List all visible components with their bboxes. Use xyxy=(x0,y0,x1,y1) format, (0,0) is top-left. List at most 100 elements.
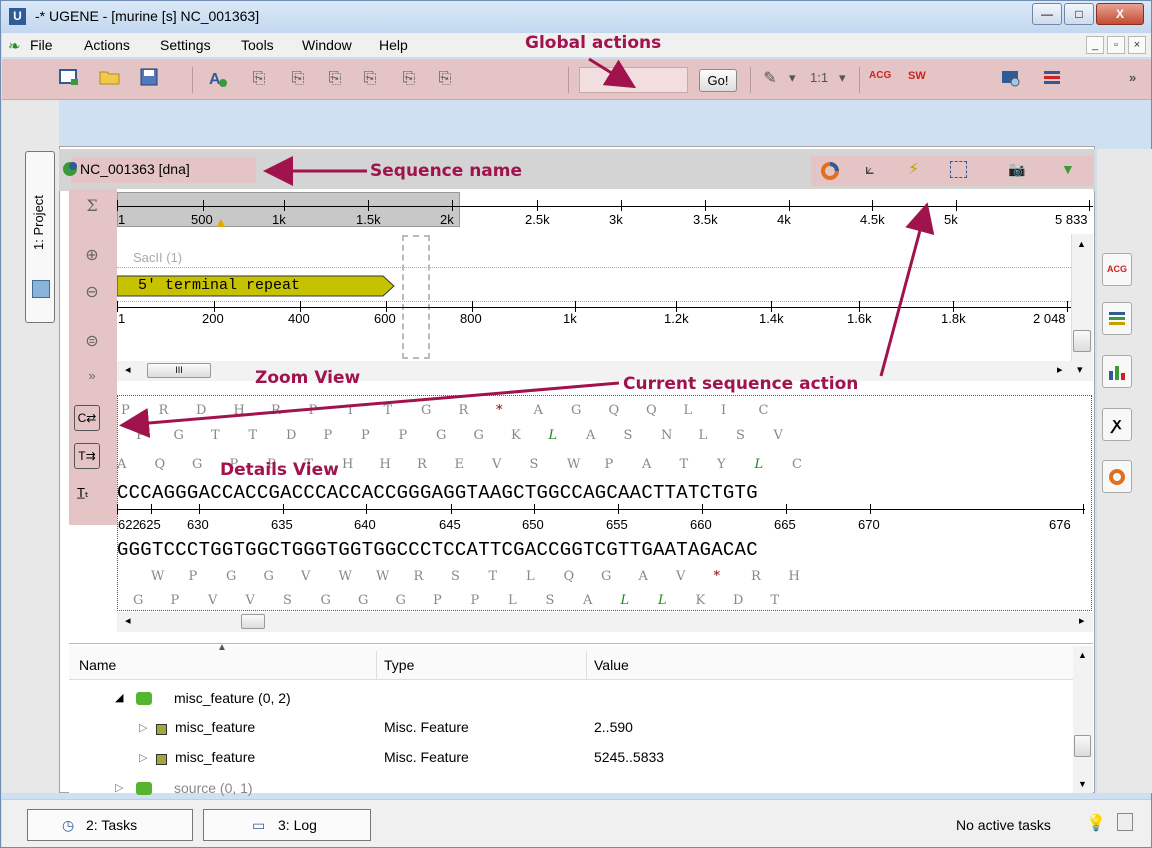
expand-arrow-icon[interactable]: ▷ xyxy=(115,781,123,794)
scroll-thumb[interactable] xyxy=(1074,735,1091,757)
menu-window[interactable]: Window xyxy=(302,37,352,53)
details-ruler-line xyxy=(117,509,1085,510)
translation-icon[interactable]: T⇉ xyxy=(74,443,100,469)
show-all-icon[interactable]: Σ xyxy=(81,195,103,217)
menu-actions[interactable]: Actions xyxy=(84,37,130,53)
column-header-name[interactable]: Name xyxy=(79,657,116,673)
translation-settings-icon[interactable]: T̲ₜ xyxy=(77,485,89,501)
zoom-to-selection-icon[interactable]: ⊜ xyxy=(81,331,103,353)
scroll-up-icon[interactable]: ▲ xyxy=(1077,239,1086,249)
dna-panel-button[interactable]: ꭗ xyxy=(1102,408,1132,441)
layout-icon[interactable] xyxy=(1042,68,1064,90)
annotation-name: misc_feature xyxy=(175,749,256,765)
scroll-left-icon[interactable]: ◂ xyxy=(125,614,131,627)
tab-project[interactable]: 1: Project xyxy=(25,151,55,323)
go-button[interactable]: Go! xyxy=(699,69,737,92)
export-icon-2[interactable]: ⎘ xyxy=(287,68,309,90)
mdi-minimize-button[interactable]: _ xyxy=(1086,36,1104,54)
menu-file[interactable]: File xyxy=(30,37,53,53)
scroll-right-icon[interactable]: ▸ xyxy=(1057,363,1063,376)
zoom-ratio-dropdown[interactable]: 1:1 xyxy=(810,70,828,85)
minimize-button[interactable]: — xyxy=(1032,3,1062,25)
export-image-icon[interactable]: 📷 xyxy=(1008,161,1025,178)
maximize-button[interactable]: □ xyxy=(1064,3,1094,25)
blast-search-icon[interactable] xyxy=(1000,68,1022,90)
menu-settings[interactable]: Settings xyxy=(160,37,211,53)
ruler-label: 645 xyxy=(439,517,461,532)
dropdown-arrow-icon[interactable]: ▾ xyxy=(789,70,796,86)
scroll-down-icon[interactable]: ▼ xyxy=(1078,779,1087,789)
smith-waterman-button[interactable]: SW xyxy=(908,70,926,82)
ruler-tick xyxy=(199,504,200,514)
zoom-out-icon[interactable]: ⊖ xyxy=(81,282,103,304)
mdi-restore-button[interactable]: ▫ xyxy=(1107,36,1125,54)
tab-tasks[interactable]: ◷ 2: Tasks xyxy=(27,809,193,841)
amino-acid: P xyxy=(470,593,480,608)
new-project-icon[interactable] xyxy=(58,68,80,90)
dropdown-arrow-icon[interactable]: ▾ xyxy=(839,70,846,86)
add-annotation-icon[interactable]: A xyxy=(207,68,229,90)
select-range-icon[interactable] xyxy=(950,161,967,178)
export-icon-3[interactable]: ⎘ xyxy=(324,68,346,90)
clip-icon[interactable]: ✎ xyxy=(759,68,781,90)
statistics-panel-button[interactable] xyxy=(1102,355,1132,388)
amino-acid: V xyxy=(676,569,686,584)
column-header-value[interactable]: Value xyxy=(594,657,629,673)
annotation-group-name: misc_feature (0, 2) xyxy=(174,690,291,706)
expand-menu-icon[interactable]: ▼ xyxy=(1061,161,1075,177)
collapse-arrow-icon[interactable]: ◢ xyxy=(115,691,123,704)
zoom-in-icon[interactable]: ⊕ xyxy=(81,245,103,267)
lightbulb-icon[interactable]: 💡 xyxy=(1086,813,1106,833)
amino-acid: V xyxy=(208,593,218,608)
toolbar-overflow-button[interactable]: » xyxy=(1129,70,1136,85)
scroll-dropdown-icon[interactable]: ▾ xyxy=(1077,363,1083,376)
sequence-name[interactable]: NC_001363 [dna] xyxy=(80,161,190,177)
ruler-label: 625 xyxy=(139,517,161,532)
amino-acid: S xyxy=(283,593,292,608)
menu-tools[interactable]: Tools xyxy=(241,37,274,53)
zoom-view[interactable] xyxy=(117,234,1071,361)
complement-strand-icon[interactable]: C⇄ xyxy=(74,405,100,431)
menu-help[interactable]: Help xyxy=(379,37,408,53)
open-folder-icon[interactable] xyxy=(99,68,121,90)
annotations-panel-button[interactable] xyxy=(1102,302,1132,335)
save-icon[interactable] xyxy=(138,68,160,90)
collapse-icon[interactable]: » xyxy=(81,365,103,387)
dna-forward-strand[interactable]: CCCAGGGACCACCGACCCACCACCGGGAGGTAAGCTGGCC… xyxy=(117,482,758,504)
restriction-site-label[interactable]: SacII (1) xyxy=(133,250,182,265)
ruler-tick xyxy=(956,200,957,211)
search-input[interactable] xyxy=(579,67,688,93)
scroll-thumb[interactable]: III xyxy=(147,363,211,378)
mdi-close-button[interactable]: × xyxy=(1128,36,1146,54)
expand-arrow-icon[interactable]: ▷ xyxy=(139,721,147,734)
export-icon-1[interactable]: ⎘ xyxy=(248,68,270,90)
scroll-thumb[interactable] xyxy=(1073,330,1091,352)
amino-acid: L xyxy=(754,457,764,472)
table-vertical-scrollbar[interactable]: ▲ ▼ xyxy=(1073,646,1093,793)
ruler-label: 630 xyxy=(187,517,209,532)
find-pattern-button[interactable]: ACG xyxy=(869,70,891,81)
expand-arrow-icon[interactable]: ▷ xyxy=(139,751,147,764)
zoom-vertical-scrollbar[interactable]: ▲ xyxy=(1071,234,1093,361)
circular-view-panel-button[interactable] xyxy=(1102,460,1132,493)
details-horizontal-scrollbar[interactable]: ◂ ▸ xyxy=(117,612,1093,632)
export-icon-6[interactable]: ⎘ xyxy=(434,68,456,90)
circular-view-icon[interactable] xyxy=(820,161,840,184)
amino-acid: T xyxy=(346,403,355,418)
restriction-sites-icon[interactable]: ⚡ xyxy=(908,159,919,179)
dna-reverse-strand[interactable]: GGGTCCCTGGTGGCTGGGTGGTGGCCCTCCATTCGACCGG… xyxy=(117,539,758,561)
graphs-icon[interactable]: ⟀ xyxy=(865,161,875,179)
scroll-up-icon[interactable]: ▲ xyxy=(1078,650,1087,660)
scroll-right-icon[interactable]: ▸ xyxy=(1079,614,1085,627)
close-button[interactable]: X xyxy=(1096,3,1144,25)
amino-acid: W xyxy=(338,569,352,584)
find-pattern-panel-button[interactable]: ACG xyxy=(1102,253,1132,286)
overview-selection[interactable] xyxy=(117,192,460,227)
tab-log[interactable]: ▭ 3: Log xyxy=(203,809,371,841)
scroll-thumb[interactable] xyxy=(241,614,265,629)
scroll-left-icon[interactable]: ◂ xyxy=(125,363,131,376)
notifications-icon[interactable] xyxy=(1117,813,1133,831)
export-icon-5[interactable]: ⎘ xyxy=(398,68,420,90)
column-header-type[interactable]: Type xyxy=(384,657,414,673)
export-icon-4[interactable]: ⎘ xyxy=(359,68,381,90)
